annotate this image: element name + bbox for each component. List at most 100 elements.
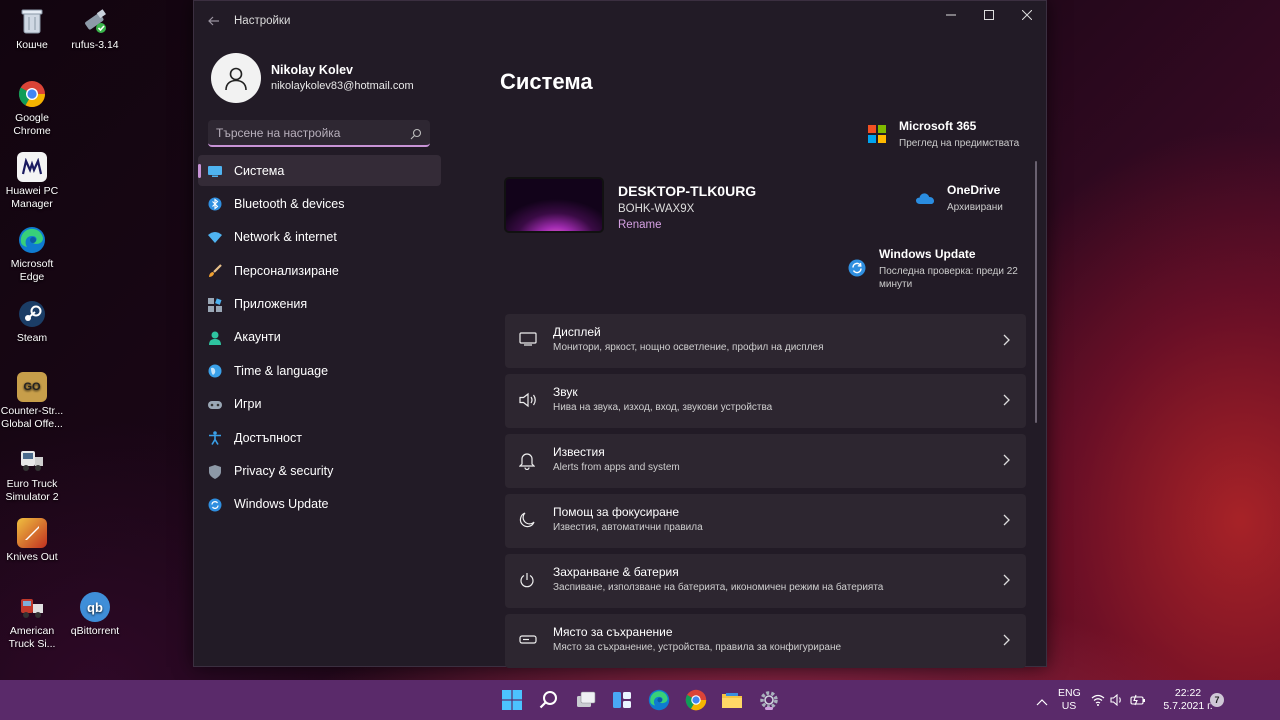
nav-item-personalization[interactable]: Персонализиране (198, 255, 441, 286)
notification-count-badge[interactable]: 7 (1210, 693, 1224, 707)
start-button[interactable] (500, 688, 524, 712)
card-title: Дисплей (553, 325, 601, 339)
display-icon (519, 332, 537, 350)
windows-update-icon (848, 259, 866, 277)
truck-icon (17, 445, 47, 475)
volume-icon[interactable] (1110, 693, 1124, 711)
desktop-icon-knives-out[interactable]: Knives Out (0, 518, 64, 564)
nav-item-network[interactable]: Network & internet (198, 222, 441, 253)
onedrive-title: OneDrive (947, 183, 1001, 197)
recycle-bin-icon (17, 6, 47, 36)
desktop-icon-huawei-pc-manager[interactable]: Huawei PC Manager (0, 152, 64, 211)
microsoft-365-title: Microsoft 365 (899, 119, 977, 133)
rename-link[interactable]: Rename (618, 219, 756, 231)
wifi-icon[interactable] (1091, 693, 1105, 711)
widgets-icon[interactable] (610, 688, 634, 712)
nav-item-label: Network & internet (234, 230, 337, 245)
nav-item-gaming[interactable]: Игри (198, 389, 441, 420)
nav-item-label: Windows Update (234, 497, 329, 512)
setting-card-sound[interactable]: Звук Нива на звука, изход, вход, звукови… (505, 374, 1026, 428)
nav-item-privacy[interactable]: Privacy & security (198, 456, 441, 487)
user-profile[interactable]: Nikolay Kolev nikolaykolev83@hotmail.com (194, 41, 446, 107)
input-language[interactable]: ENG US (1058, 687, 1081, 713)
setting-card-storage[interactable]: Място за съхранение Място за съхранение,… (505, 614, 1026, 668)
search-icon[interactable] (410, 127, 422, 139)
nav-item-label: Bluetooth & devices (234, 196, 345, 211)
nav-item-time-language[interactable]: Time & language (198, 355, 441, 386)
desktop-icon-label: Microsoft Edge (10, 258, 54, 283)
nav-item-label: Privacy & security (234, 464, 334, 479)
windows-update-link[interactable]: Windows Update Последна проверка: преди … (848, 247, 1028, 291)
desktop-icon-euro-truck[interactable]: Euro Truck Simulator 2 (0, 445, 64, 504)
card-title: Помощ за фокусиране (553, 505, 680, 519)
desktop-icon-chrome[interactable]: Google Chrome (0, 79, 64, 138)
card-subtitle: Нива на звука, изход, вход, звукови устр… (553, 402, 773, 413)
setting-card-notifications[interactable]: Известия Alerts from apps and system (505, 434, 1026, 488)
bell-icon (518, 452, 537, 471)
nav-item-accounts[interactable]: Акаунти (198, 322, 441, 353)
system-icon (208, 164, 222, 178)
settings-gear-icon[interactable] (757, 688, 781, 712)
desktop-icon-steam[interactable]: Steam (0, 299, 64, 345)
desktop-icon-label: Knives Out (6, 551, 58, 563)
chrome-icon[interactable] (684, 688, 708, 712)
nav-item-label: Система (234, 163, 285, 178)
search-icon[interactable] (537, 688, 561, 712)
setting-card-focus-assist[interactable]: Помощ за фокусиране Известия, автоматичн… (505, 494, 1026, 548)
language-code: ENG (1058, 687, 1081, 699)
nav-item-windows-update[interactable]: Windows Update (198, 489, 441, 520)
desktop-icon-rufus[interactable]: rufus-3.14 (63, 6, 127, 52)
nav-item-bluetooth[interactable]: Bluetooth & devices (198, 188, 441, 219)
desktop-icon-qbittorrent[interactable]: qb qBittorrent (63, 592, 127, 638)
microsoft-365-link[interactable]: Microsoft 365 Преглед на предимствата (868, 119, 1038, 150)
desktop-icon-label: Counter-Str... Global Offe... (0, 405, 64, 430)
microsoft-365-subtitle: Преглед на предимствата (899, 138, 1020, 149)
settings-window: Настройки Nikolay Kolev nikolaykolev83@h… (193, 0, 1047, 668)
nav-item-label: Приложения (234, 297, 308, 312)
task-view-icon[interactable] (574, 688, 598, 712)
nav-item-accessibility[interactable]: Достъпност (198, 422, 441, 453)
chevron-right-icon (1000, 633, 1012, 647)
card-subtitle: Alerts from apps and system (553, 462, 680, 473)
file-explorer-icon[interactable] (720, 688, 744, 712)
device-model: BOHK-WAX9X (618, 203, 695, 215)
search-box[interactable] (208, 120, 430, 147)
chevron-up-icon[interactable] (1036, 693, 1048, 711)
onedrive-cloud-icon (916, 191, 934, 209)
card-subtitle: Място за съхранение, устройства, правила… (553, 642, 842, 653)
gamepad-icon (208, 398, 222, 412)
chevron-right-icon (1000, 573, 1012, 587)
setting-card-power-battery[interactable]: Захранване & батерия Заспиване, използва… (505, 554, 1026, 608)
onedrive-link[interactable]: OneDrive Архивирани (916, 183, 1036, 214)
nav-item-system[interactable]: Система (198, 155, 441, 186)
nav-item-label: Игри (234, 397, 262, 412)
card-title: Място за съхранение (553, 625, 673, 639)
nav-item-apps[interactable]: Приложения (198, 289, 441, 320)
card-subtitle: Известия, автоматични правила (553, 522, 703, 533)
desktop-icon-label: Steam (16, 332, 48, 344)
edge-icon[interactable] (647, 688, 671, 712)
update-icon (208, 498, 222, 512)
card-title: Звук (553, 385, 578, 399)
storage-icon (519, 632, 537, 650)
desktop-icon-american-truck[interactable]: American Truck Si... (0, 592, 64, 651)
edge-icon (17, 225, 47, 255)
page-title: Система (500, 69, 593, 94)
desktop-icon-recycle-bin[interactable]: Кошче (0, 6, 64, 52)
search-input[interactable] (216, 125, 410, 140)
moon-icon (519, 512, 537, 530)
content-scrollbar[interactable] (1035, 161, 1037, 423)
knives-out-icon (17, 518, 47, 548)
apps-icon (208, 297, 222, 312)
minimize-button[interactable] (932, 1, 970, 29)
battery-icon[interactable] (1130, 693, 1146, 711)
desktop-icon-edge[interactable]: Microsoft Edge (0, 225, 64, 284)
desktop-icon-csgo[interactable]: GO Counter-Str... Global Offe... (0, 372, 64, 431)
close-button[interactable] (1008, 1, 1046, 29)
setting-card-display[interactable]: Дисплей Монитори, яркост, нощно осветлен… (505, 314, 1026, 368)
maximize-button[interactable] (970, 1, 1008, 29)
back-button[interactable] (194, 13, 234, 29)
avatar (211, 52, 261, 103)
truck-icon (17, 592, 47, 622)
power-icon (519, 572, 537, 590)
